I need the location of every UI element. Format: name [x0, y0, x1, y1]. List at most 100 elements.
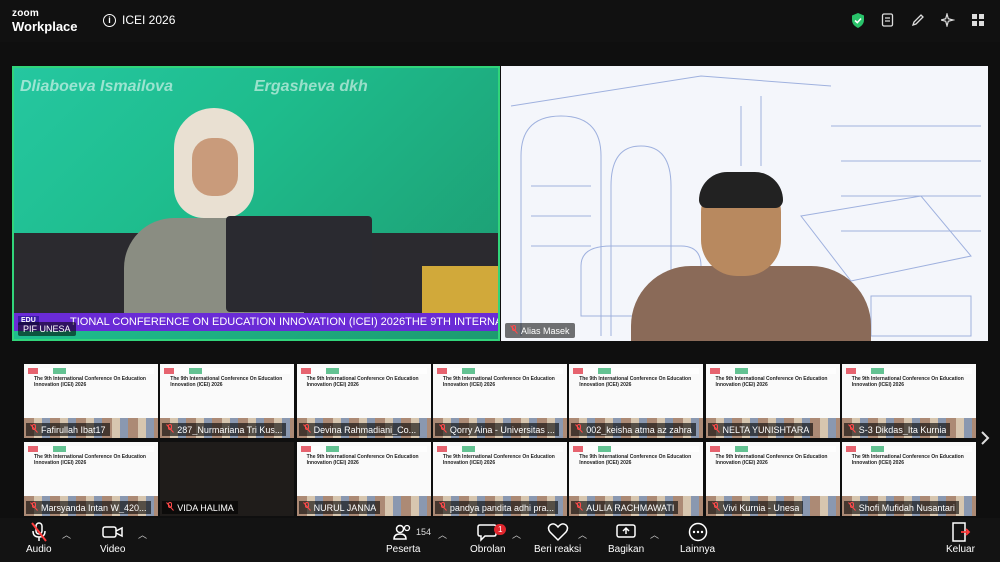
- sponsor-logos: [709, 368, 836, 374]
- participant-name-tag: Devina Rahmadiani_Co...: [298, 423, 421, 436]
- participant-name-tag: NURUL JANNA: [298, 501, 381, 514]
- video-button[interactable]: Video: [100, 522, 125, 555]
- mic-muted-icon: [30, 502, 38, 513]
- gallery-strip: The 9th International Conference On Educ…: [24, 364, 976, 516]
- sponsor-logos: [164, 368, 291, 374]
- conference-title-line: Innovation (ICEI) 2026: [442, 460, 496, 466]
- participant-name: AULIA RACHMAWATI: [586, 502, 675, 513]
- video-camera-icon: [100, 522, 125, 542]
- conference-title-line: Innovation (ICEI) 2026: [851, 382, 905, 388]
- conference-title: The 9th International Conference On Educ…: [34, 454, 146, 466]
- conference-title: The 9th International Conference On Educ…: [716, 376, 828, 388]
- news-ticker: TIONAL CONFERENCE ON EDUCATION INNOVATIO…: [14, 313, 498, 331]
- mic-muted-icon: [302, 424, 311, 435]
- gallery-video-tile[interactable]: The 9th International Conference On Educ…: [569, 442, 704, 516]
- heart-icon: [534, 522, 581, 542]
- sparkle-icon[interactable]: [940, 12, 956, 28]
- more-dots-icon: [680, 522, 715, 542]
- sponsor-logos: [709, 446, 836, 452]
- participants-count: 154: [416, 527, 432, 537]
- conference-title-line: Innovation (ICEI) 2026: [306, 382, 359, 388]
- conference-title-line: Innovation (ICEI) 2026: [34, 382, 87, 388]
- chevron-up-icon[interactable]: ︿: [62, 528, 71, 541]
- participant-video: [192, 138, 238, 196]
- conference-title: The 9th International Conference On Educ…: [34, 376, 146, 388]
- chevron-up-icon[interactable]: ︿: [512, 528, 521, 541]
- more-button[interactable]: Lainnya: [680, 522, 715, 555]
- participant-name-tag: S-3 Dikdas_Ita Kurnia: [843, 423, 951, 436]
- conference-title-line: Innovation (ICEI) 2026: [170, 382, 223, 388]
- conference-title: The 9th International Conference On Educ…: [579, 376, 691, 388]
- gallery-video-tile[interactable]: The 9th International Conference On Educ…: [432, 442, 567, 516]
- audio-button[interactable]: Audio: [26, 522, 52, 555]
- chevron-up-icon[interactable]: ︿: [438, 528, 447, 541]
- reactions-button[interactable]: Beri reaksi: [534, 522, 581, 555]
- gallery-video-tile[interactable]: The 9th International Conference On Educ…: [24, 442, 158, 516]
- gallery-video-tile[interactable]: The 9th International Conference On Educ…: [432, 364, 567, 438]
- participant-name: NURUL JANNA: [313, 502, 377, 513]
- chat-button[interactable]: Obrolan 1: [470, 522, 507, 555]
- participant-name-tag: Marsyanda Intan W_420...: [26, 501, 151, 514]
- sponsor-logos: [573, 368, 700, 374]
- mic-muted-icon: [575, 502, 584, 513]
- participant-name: Shofi Mufidah Nusantari: [858, 502, 955, 513]
- participant-name-tag: Fafirullah Ibat17: [26, 423, 110, 436]
- share-button[interactable]: Bagikan: [608, 522, 644, 555]
- participant-name: 002_keisha atma az zahra: [586, 424, 692, 435]
- participant-video: [631, 266, 871, 341]
- gallery-video-tile[interactable]: The 9th International Conference On Educ…: [160, 442, 295, 516]
- gallery-video-tile[interactable]: The 9th International Conference On Educ…: [296, 364, 431, 438]
- sponsor-logos: [845, 446, 972, 452]
- gallery-video-tile[interactable]: The 9th International Conference On Educ…: [705, 442, 840, 516]
- chevron-up-icon[interactable]: ︿: [578, 528, 587, 541]
- mic-muted-icon: [847, 424, 856, 435]
- conference-title: The 9th International Conference On Educ…: [307, 454, 419, 466]
- sponsor-logos: [300, 368, 427, 374]
- grid-icon[interactable]: [970, 12, 986, 28]
- conference-title: The 9th International Conference On Educ…: [716, 454, 828, 466]
- mic-muted-icon: [575, 424, 584, 435]
- background-banner-text: Dliaboeva Ismailova: [20, 78, 173, 95]
- gallery-video-tile[interactable]: The 9th International Conference On Educ…: [841, 364, 976, 438]
- gallery-video-tile[interactable]: The 9th International Conference On Educ…: [296, 442, 431, 516]
- participant-name: 287_Nurmariana Tri Kus...: [177, 424, 283, 435]
- mic-muted-icon: [711, 424, 720, 435]
- shield-check-icon[interactable]: [850, 12, 866, 28]
- participant-name-tag: 002_keisha atma az zahra: [571, 423, 696, 436]
- conference-title-line: Innovation (ICEI) 2026: [715, 460, 768, 466]
- conference-title-line: Innovation (ICEI) 2026: [442, 382, 496, 388]
- meeting-info[interactable]: i ICEI 2026: [103, 13, 175, 27]
- gallery-video-tile[interactable]: The 9th International Conference On Educ…: [569, 364, 704, 438]
- pen-icon[interactable]: [910, 12, 926, 28]
- notes-icon[interactable]: [880, 12, 896, 28]
- participant-name-tag: Qorry Aina - Universitas ...: [434, 423, 559, 436]
- gallery-video-tile[interactable]: The 9th International Conference On Educ…: [841, 442, 976, 516]
- chevron-up-icon[interactable]: ︿: [650, 528, 659, 541]
- gallery-video-tile[interactable]: The 9th International Conference On Educ…: [160, 364, 295, 438]
- gallery-video-tile[interactable]: The 9th International Conference On Educ…: [705, 364, 840, 438]
- chevron-right-icon[interactable]: [980, 430, 990, 451]
- sponsor-logos: [300, 446, 427, 452]
- participant-name: Vivi Kurnia - Unesa: [722, 502, 800, 513]
- participant-name-tag: 287_Nurmariana Tri Kus...: [162, 423, 287, 436]
- mic-muted-icon: [302, 502, 311, 513]
- laptop: [226, 216, 372, 312]
- leave-button[interactable]: Keluar: [946, 522, 975, 555]
- participant-name-tag: Alias Masek: [505, 323, 575, 338]
- info-icon[interactable]: i: [103, 13, 116, 27]
- video-tile-speaker[interactable]: Alias Masek: [501, 66, 988, 341]
- participant-name-tag: Vivi Kurnia - Unesa: [707, 501, 804, 514]
- sponsor-logos: [573, 446, 700, 452]
- conference-title: The 9th International Conference On Educ…: [443, 454, 555, 466]
- participant-name-tag: VIDA HALIMA: [162, 501, 238, 514]
- conference-title-line: Innovation (ICEI) 2026: [579, 460, 632, 466]
- sponsor-logos: [28, 368, 154, 374]
- background-banner-text: Ergasheva dkh: [254, 78, 368, 95]
- gallery-video-tile[interactable]: The 9th International Conference On Educ…: [24, 364, 158, 438]
- chevron-up-icon[interactable]: ︿: [138, 528, 147, 541]
- conference-title: The 9th International Conference On Educ…: [579, 454, 691, 466]
- mic-muted-icon: [166, 502, 175, 513]
- conference-title-line: Innovation (ICEI) 2026: [715, 382, 768, 388]
- participant-name: Devina Rahmadiani_Co...: [313, 424, 417, 435]
- video-tile-speaker[interactable]: Dliaboeva Ismailova Ergasheva dkh TIONAL…: [12, 66, 500, 341]
